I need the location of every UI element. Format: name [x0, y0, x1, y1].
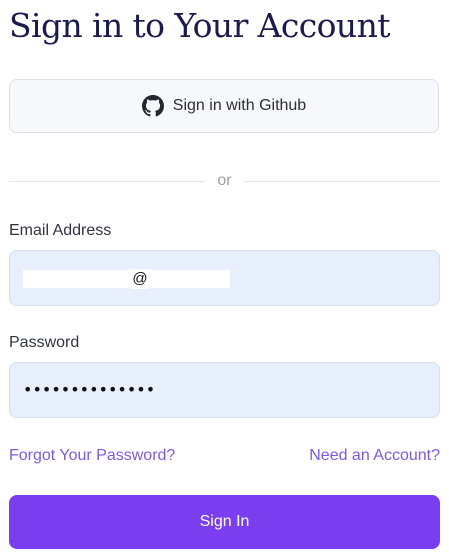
- email-redacted-local: [23, 270, 130, 288]
- sign-in-button[interactable]: Sign In: [9, 495, 440, 549]
- email-at-sign: @: [130, 269, 150, 289]
- github-signin-label: Sign in with Github: [172, 97, 307, 114]
- divider-line-left: [9, 180, 206, 182]
- page-title: Sign in to Your Account: [9, 6, 390, 45]
- divider-line-right: [243, 180, 441, 182]
- github-signin-button[interactable]: Sign in with Github: [9, 79, 439, 133]
- email-label: Email Address: [9, 222, 112, 239]
- password-field[interactable]: ••••••••••••••: [9, 362, 440, 418]
- github-icon: [141, 95, 164, 117]
- forgot-password-link[interactable]: Forgot Your Password?: [9, 447, 175, 465]
- or-divider: or: [9, 170, 441, 192]
- need-account-link[interactable]: Need an Account?: [309, 447, 440, 465]
- email-redacted-domain: [150, 270, 230, 288]
- email-field[interactable]: @: [9, 250, 440, 306]
- divider-text: or: [217, 172, 232, 189]
- password-label: Password: [9, 334, 80, 351]
- password-value: ••••••••••••••: [23, 380, 156, 399]
